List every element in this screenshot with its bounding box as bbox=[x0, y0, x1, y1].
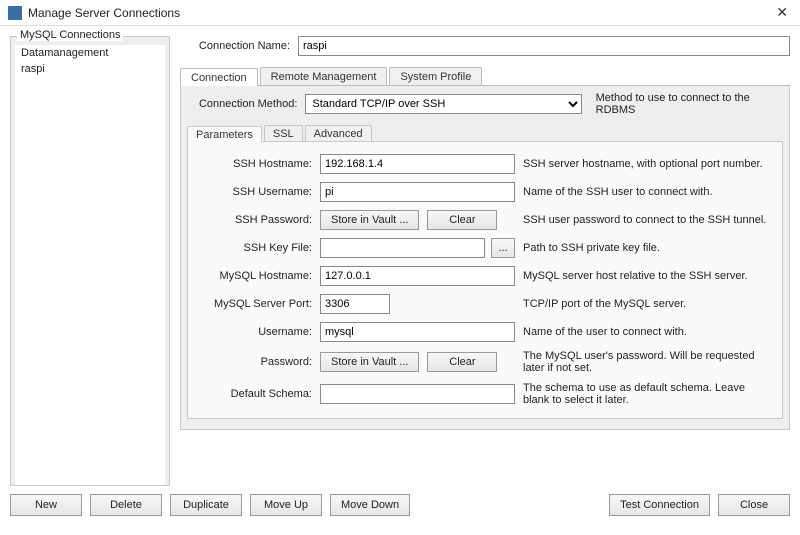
connection-name-input[interactable] bbox=[298, 36, 790, 56]
tab-system-profile[interactable]: System Profile bbox=[389, 67, 482, 85]
ssh-keyfile-browse-button[interactable]: ... bbox=[491, 238, 515, 258]
ssh-password-hint: SSH user password to connect to the SSH … bbox=[523, 214, 774, 226]
delete-button[interactable]: Delete bbox=[90, 494, 162, 516]
mysql-hostname-label: MySQL Hostname: bbox=[196, 270, 312, 282]
connection-name-row: Connection Name: bbox=[180, 36, 790, 56]
connection-name-label: Connection Name: bbox=[180, 40, 290, 52]
connections-list[interactable]: Datamanagement raspi bbox=[15, 45, 165, 485]
ssh-hostname-input[interactable] bbox=[320, 154, 515, 174]
mysql-username-input[interactable] bbox=[320, 322, 515, 342]
connection-method-hint: Method to use to connect to the RDBMS bbox=[596, 92, 783, 116]
default-schema-hint: The schema to use as default schema. Lea… bbox=[523, 382, 774, 406]
subtab-parameters[interactable]: Parameters bbox=[187, 126, 262, 142]
mysql-port-input[interactable] bbox=[320, 294, 390, 314]
mysql-username-label: Username: bbox=[196, 326, 312, 338]
main-tabs: Connection Remote Management System Prof… bbox=[180, 64, 790, 86]
titlebar: Manage Server Connections ✕ bbox=[0, 0, 800, 26]
test-connection-button[interactable]: Test Connection bbox=[609, 494, 710, 516]
ssh-username-label: SSH Username: bbox=[196, 186, 312, 198]
ssh-username-hint: Name of the SSH user to connect with. bbox=[523, 186, 774, 198]
ssh-password-clear-button[interactable]: Clear bbox=[427, 210, 497, 230]
window-title: Manage Server Connections bbox=[28, 6, 772, 20]
tab-connection[interactable]: Connection bbox=[180, 68, 258, 86]
list-item[interactable]: raspi bbox=[15, 61, 165, 77]
ssh-keyfile-label: SSH Key File: bbox=[196, 242, 312, 254]
subtab-ssl[interactable]: SSL bbox=[264, 125, 303, 141]
mysql-port-hint: TCP/IP port of the MySQL server. bbox=[523, 298, 774, 310]
connections-panel-label: MySQL Connections bbox=[17, 29, 123, 41]
mysql-hostname-input[interactable] bbox=[320, 266, 515, 286]
mysql-username-hint: Name of the user to connect with. bbox=[523, 326, 774, 338]
default-schema-input[interactable] bbox=[320, 384, 515, 404]
ssh-username-input[interactable] bbox=[320, 182, 515, 202]
connection-method-label: Connection Method: bbox=[187, 98, 297, 110]
mysql-password-label: Password: bbox=[196, 356, 312, 368]
ssh-password-store-button[interactable]: Store in Vault ... bbox=[320, 210, 419, 230]
ssh-hostname-hint: SSH server hostname, with optional port … bbox=[523, 158, 774, 170]
main-tabs-container: Connection Remote Management System Prof… bbox=[180, 64, 790, 430]
subtab-advanced[interactable]: Advanced bbox=[305, 125, 372, 141]
move-down-button[interactable]: Move Down bbox=[330, 494, 410, 516]
connections-panel: MySQL Connections Datamanagement raspi bbox=[10, 36, 170, 486]
parameters-panel: SSH Hostname: SSH server hostname, with … bbox=[187, 142, 783, 419]
mysql-password-store-button[interactable]: Store in Vault ... bbox=[320, 352, 419, 372]
mysql-hostname-hint: MySQL server host relative to the SSH se… bbox=[523, 270, 774, 282]
ssh-hostname-label: SSH Hostname: bbox=[196, 158, 312, 170]
close-icon[interactable]: ✕ bbox=[772, 4, 792, 21]
mysql-password-hint: The MySQL user's password. Will be reque… bbox=[523, 350, 774, 374]
tab-remote-management[interactable]: Remote Management bbox=[260, 67, 388, 85]
ssh-keyfile-hint: Path to SSH private key file. bbox=[523, 242, 774, 254]
duplicate-button[interactable]: Duplicate bbox=[170, 494, 242, 516]
ssh-password-label: SSH Password: bbox=[196, 214, 312, 226]
app-icon bbox=[8, 6, 22, 20]
list-item[interactable]: Datamanagement bbox=[15, 45, 165, 61]
default-schema-label: Default Schema: bbox=[196, 388, 312, 400]
ssh-keyfile-input[interactable] bbox=[320, 238, 485, 258]
move-up-button[interactable]: Move Up bbox=[250, 494, 322, 516]
mysql-password-clear-button[interactable]: Clear bbox=[427, 352, 497, 372]
connection-panel: Connection Method: Standard TCP/IP over … bbox=[180, 86, 790, 430]
new-button[interactable]: New bbox=[10, 494, 82, 516]
mysql-port-label: MySQL Server Port: bbox=[196, 298, 312, 310]
footer: New Delete Duplicate Move Up Move Down T… bbox=[0, 486, 800, 524]
connection-method-select[interactable]: Standard TCP/IP over SSH bbox=[305, 94, 581, 114]
sub-tabs: Parameters SSL Advanced bbox=[187, 122, 783, 142]
close-button[interactable]: Close bbox=[718, 494, 790, 516]
